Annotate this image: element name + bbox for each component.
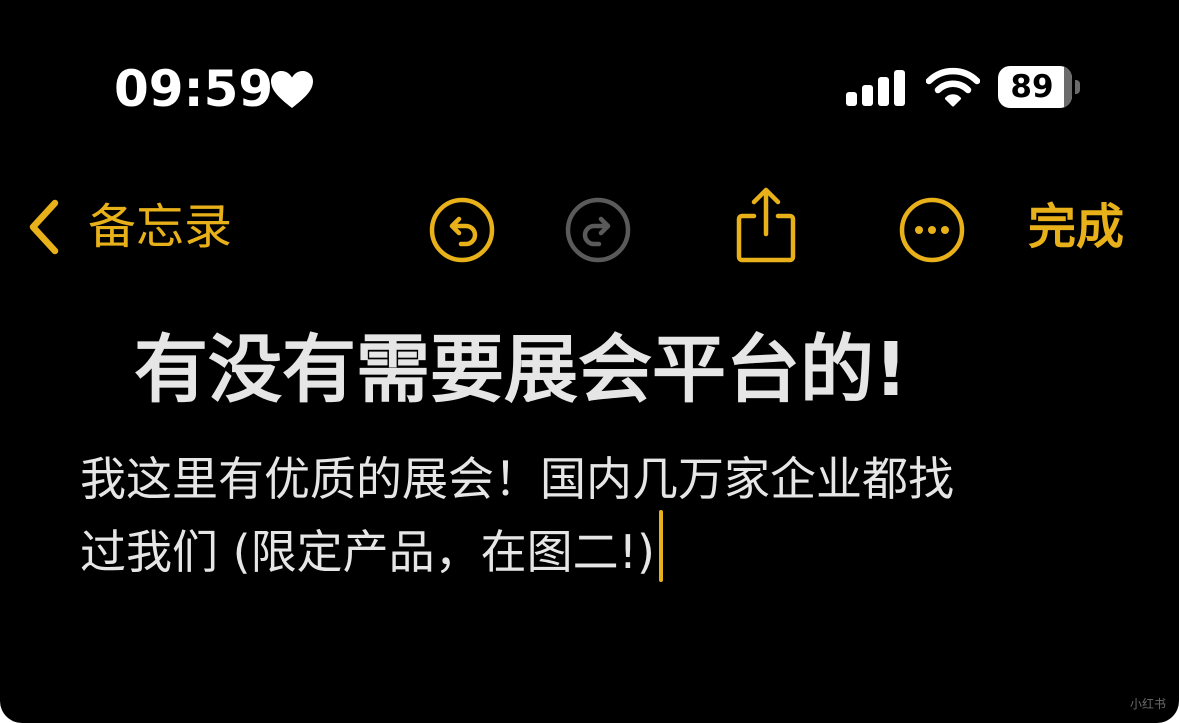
- undo-icon[interactable]: [428, 196, 496, 264]
- heart-icon: [271, 71, 313, 108]
- done-button[interactable]: 完成: [1028, 197, 1124, 257]
- wifi-icon: [926, 67, 980, 107]
- note-body-line[interactable]: 我这里有优质的展会！国内几万家企业都找: [80, 448, 1080, 510]
- chevron-left-icon[interactable]: [26, 198, 62, 256]
- watermark: 小红书: [1130, 697, 1167, 711]
- cellular-signal-icon: [846, 70, 905, 106]
- share-icon[interactable]: [734, 186, 798, 264]
- text-cursor: [658, 510, 663, 582]
- battery-body: 89: [998, 66, 1072, 108]
- ellipsis-circle-icon[interactable]: [898, 196, 966, 264]
- redo-icon: [565, 197, 631, 263]
- note-body-line-last[interactable]: 过我们 (限定产品，在图二!): [80, 510, 1080, 583]
- note-title[interactable]: 有没有需要展会平台的!: [134, 326, 908, 414]
- note-body[interactable]: 我这里有优质的展会！国内几万家企业都找 过我们 (限定产品，在图二!): [80, 448, 1080, 583]
- back-button[interactable]: 备忘录: [88, 197, 232, 257]
- battery-icon: 89: [998, 66, 1082, 110]
- battery-nub: [1075, 80, 1080, 94]
- notes-screen: 09:59 89 备忘录 完成 有没有需要展会平台的! 我这里有优质的展会！国内…: [0, 0, 1179, 723]
- status-time: 09:59: [114, 60, 274, 118]
- battery-level: 89: [1010, 69, 1054, 105]
- note-body-line[interactable]: 过我们 (限定产品，在图二!): [80, 525, 655, 579]
